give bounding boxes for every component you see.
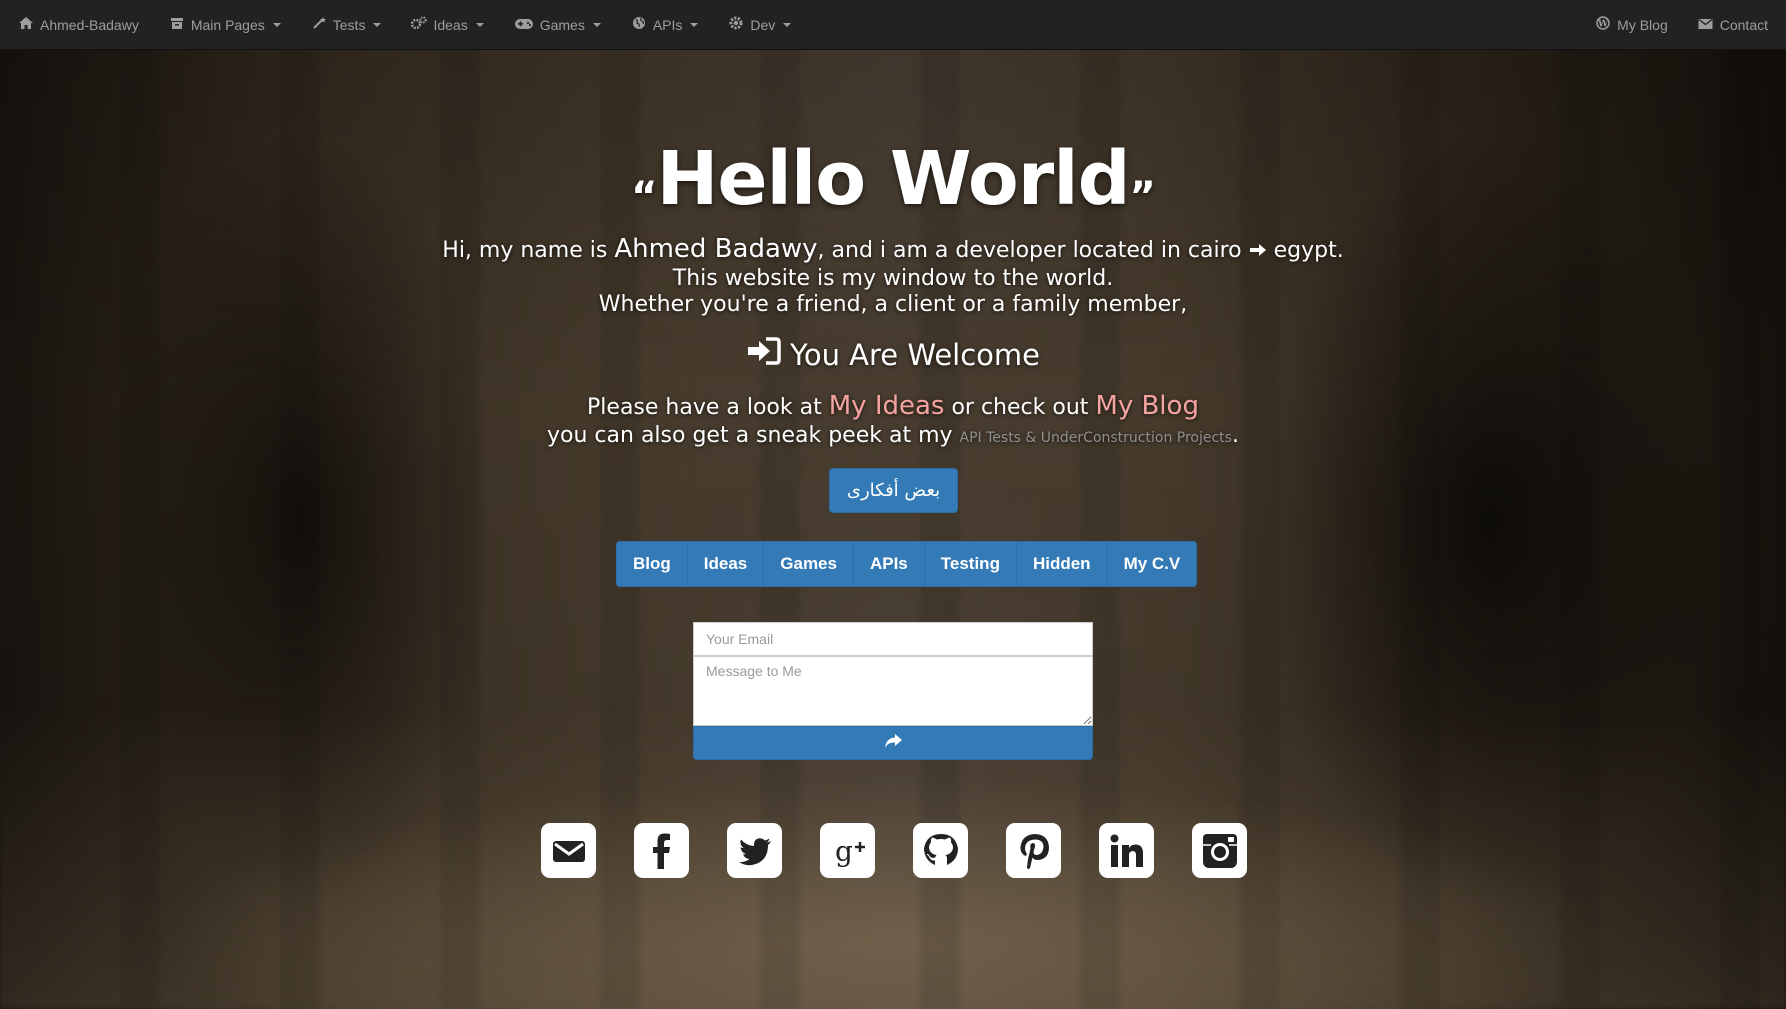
welcome-heading: You Are Welcome [0,336,1786,373]
home-icon [18,16,34,33]
close-quote: ” [1129,174,1156,220]
navbar-right: W My Blog Contact [1577,0,1786,49]
tests-label: Tests [332,16,366,33]
message-field[interactable] [693,656,1093,726]
nav-apis[interactable]: APIs [616,0,714,49]
cv-button[interactable]: My C.V [1108,542,1197,586]
nav-ideas[interactable]: Ideas [396,0,498,49]
facebook-icon[interactable] [634,823,689,878]
sign-in-icon [746,336,782,373]
gears-icon [411,16,428,33]
main-content: “Hello World” Hi, my name is Ahmed Badaw… [0,50,1786,1009]
contact-form [693,622,1093,760]
apis-label: APIs [652,16,683,33]
my-blog-label: My Blog [1617,16,1668,33]
social-links: g [541,823,1247,878]
brand-label: Ahmed-Badawy [40,16,139,33]
gear-icon [728,16,744,33]
testing-button[interactable]: Testing [925,542,1017,586]
chevron-down-icon [373,22,382,27]
wand-icon [311,16,327,33]
page-title: “Hello World” [0,136,1786,222]
nav-main-pages[interactable]: Main Pages [154,0,296,49]
ideas-button[interactable]: Ideas [688,542,765,586]
nav-games[interactable]: Games [499,0,616,49]
look-mid: or check out [944,395,1096,420]
pinterest-icon[interactable] [1006,823,1061,878]
chevron-down-icon [475,22,484,27]
ideas-label: Ideas [433,16,468,33]
intro-line-3: Whether you're a friend, a client or a f… [598,292,1188,317]
look-text: Please have a look at My Ideas or check … [0,392,1786,452]
nav-tests[interactable]: Tests [296,0,397,49]
globe-icon [631,16,647,33]
nav-my-blog[interactable]: W My Blog [1577,0,1683,49]
top-navbar: Ahmed-Badawy Main Pages Tests Ideas Game… [0,0,1786,50]
look-pre: Please have a look at [587,395,829,420]
chevron-down-icon [592,22,601,27]
look-line-1: Please have a look at My Ideas or check … [0,392,1786,422]
svg-text:W: W [1597,20,1609,30]
dev-label: Dev [750,16,776,33]
my-blog-link[interactable]: My Blog [1095,391,1199,421]
arrow-right-icon [1249,240,1267,266]
contact-label: Contact [1719,16,1768,33]
blog-button[interactable]: Blog [617,542,688,586]
intro-pre: Hi, my name is [442,238,615,263]
chevron-down-icon [272,22,281,27]
author-name: Ahmed Badawy [614,234,818,264]
hidden-button[interactable]: Hidden [1017,542,1108,586]
my-ideas-link[interactable]: My Ideas [829,391,945,421]
nav-brand[interactable]: Ahmed-Badawy [0,0,154,49]
look-line2-pre: you can also get a sneak peek at my [547,423,960,448]
api-tests-link[interactable]: API Tests & UnderConstruction Projects [960,430,1232,446]
my-ideas-arabic-button[interactable]: بعض أفكارى [829,468,958,513]
nav-dev[interactable]: Dev [713,0,806,49]
open-quote: “ [631,174,657,220]
chevron-down-icon [690,22,699,27]
intro-line-1: Hi, my name is Ahmed Badawy, and i am a … [0,236,1786,266]
apis-button[interactable]: APIs [854,542,925,586]
look-line-2: you can also get a sneak peek at my API … [0,422,1786,452]
share-icon [883,733,903,753]
intro-text: Hi, my name is Ahmed Badawy, and i am a … [0,236,1786,318]
main-pages-label: Main Pages [190,16,265,33]
envelope-icon [1698,17,1714,33]
welcome-text: You Are Welcome [789,337,1041,372]
google-plus-icon[interactable]: g [820,823,875,878]
linkedin-icon[interactable] [1099,823,1154,878]
intro-post: egypt. [1266,238,1344,263]
hero-title-text: Hello World [656,136,1130,222]
chevron-down-icon [783,22,792,27]
section-button-group: Blog Ideas Games APIs Testing Hidden My … [616,541,1198,587]
email-field[interactable] [693,622,1093,656]
archive-icon [169,17,185,33]
github-icon[interactable] [913,823,968,878]
games-button[interactable]: Games [764,542,854,586]
gamepad-icon [514,17,534,33]
email-icon[interactable] [541,823,596,878]
nav-contact[interactable]: Contact [1683,0,1786,49]
intro-line-2: This website is my window to the world. [672,266,1114,291]
svg-text:g: g [835,835,853,868]
intro-mid: , and i am a developer located in cairo [817,238,1249,263]
send-button[interactable] [693,726,1093,760]
instagram-icon[interactable] [1192,823,1247,878]
look-line2-post: . [1231,423,1239,448]
games-label: Games [539,16,585,33]
navbar-left: Ahmed-Badawy Main Pages Tests Ideas Game… [0,0,806,49]
twitter-icon[interactable] [727,823,782,878]
wordpress-icon: W [1595,16,1611,33]
